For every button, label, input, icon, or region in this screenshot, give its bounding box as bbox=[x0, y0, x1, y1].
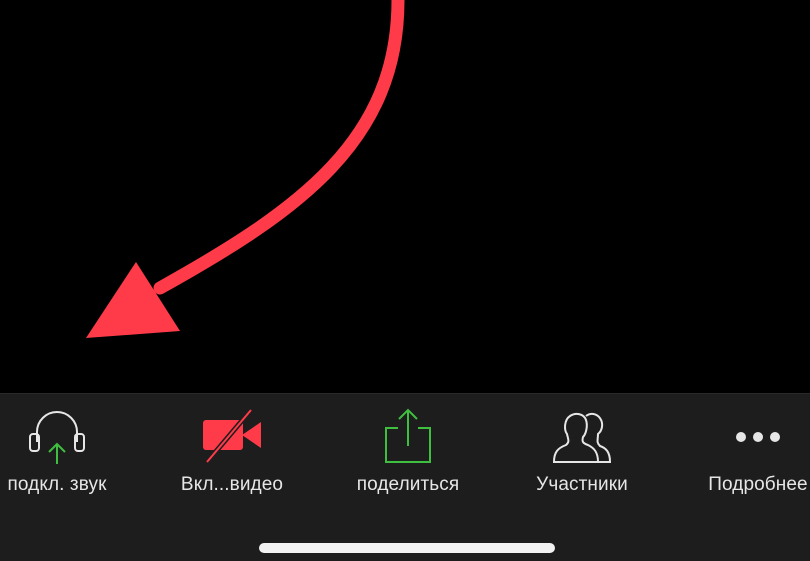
meeting-toolbar: подкл. звук Вкл...видео поделиться Участ… bbox=[0, 393, 810, 561]
more-button[interactable]: Подробнее bbox=[696, 406, 810, 506]
participants-label: Участники bbox=[536, 474, 628, 495]
join-audio-label: подкл. звук bbox=[7, 474, 107, 495]
join-audio-button[interactable]: подкл. звук bbox=[0, 406, 118, 506]
headphones-icon bbox=[29, 411, 85, 464]
share-button[interactable]: поделиться bbox=[340, 406, 476, 506]
start-video-button[interactable]: Вкл...видео bbox=[166, 406, 298, 506]
video-off-icon bbox=[203, 408, 261, 464]
share-icon bbox=[385, 408, 431, 463]
participants-button[interactable]: Участники bbox=[522, 406, 642, 506]
more-icon bbox=[736, 432, 780, 442]
meeting-screen: подкл. звук Вкл...видео поделиться Участ… bbox=[0, 0, 810, 561]
more-label: Подробнее bbox=[708, 474, 808, 495]
home-indicator[interactable] bbox=[259, 543, 555, 553]
annotation-arrow bbox=[86, 0, 405, 338]
start-video-label: Вкл...видео bbox=[180, 474, 284, 495]
participants-icon bbox=[552, 412, 612, 463]
share-label: поделиться bbox=[356, 474, 460, 495]
